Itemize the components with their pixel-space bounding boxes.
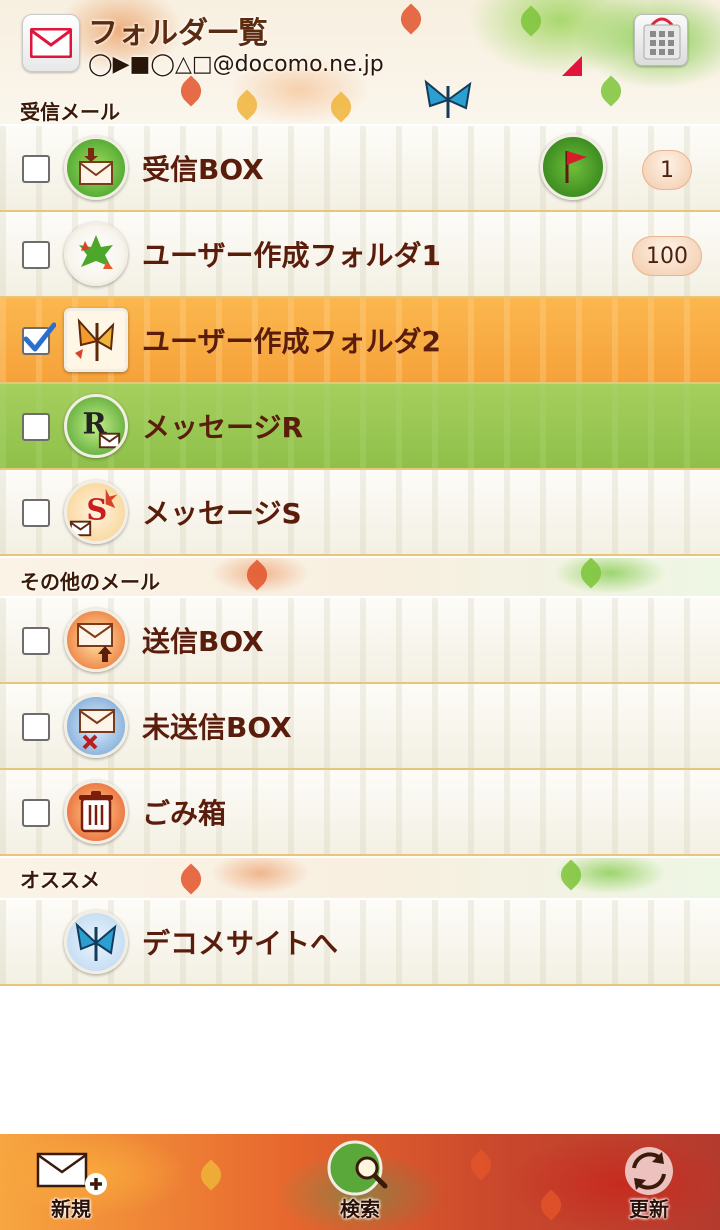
- folder-row-message-s[interactable]: S メッセージS: [0, 470, 720, 556]
- signal-indicator-icon: [562, 56, 582, 76]
- search-button[interactable]: 検索: [305, 1134, 415, 1230]
- checkmark-icon: [23, 322, 56, 352]
- account-address: ◯▶■◯△□@docomo.ne.jp: [88, 52, 384, 77]
- envelope-icon: [30, 28, 72, 58]
- maple-leaf-decoration: [515, 5, 547, 37]
- mail-menu-button[interactable]: [22, 14, 80, 72]
- page-title: フォルダ一覧: [88, 16, 268, 51]
- trash-folder-icon: [64, 780, 128, 844]
- folder-checkbox[interactable]: [22, 713, 50, 741]
- folder-name: ユーザー作成フォルダ2: [142, 325, 441, 358]
- maple-leaf-decoration: [195, 1159, 227, 1191]
- message-s-folder-icon: S: [64, 480, 128, 544]
- folder-row-sent[interactable]: 送信BOX: [0, 598, 720, 684]
- folder-row-unsent[interactable]: 未送信BOX: [0, 684, 720, 770]
- compose-mail-icon: [36, 1152, 107, 1195]
- section-header-recommend: オススメ: [0, 858, 720, 898]
- message-r-folder-icon: R: [64, 394, 128, 458]
- folder-checkbox-checked[interactable]: [22, 322, 56, 355]
- folder-checkbox[interactable]: [22, 627, 50, 655]
- unread-count-badge: 100: [632, 236, 702, 276]
- unsent-folder-icon: [64, 694, 128, 758]
- folder-name: メッセージS: [142, 497, 302, 530]
- refresh-button[interactable]: 更新: [594, 1134, 704, 1230]
- folder-checkbox[interactable]: [22, 155, 50, 183]
- butterfly-decoration-icon: [424, 79, 472, 118]
- folder-name: 未送信BOX: [142, 711, 292, 744]
- bottom-toolbar: 新規 検索 更新: [0, 1134, 720, 1230]
- folder-row-message-r[interactable]: R メッセージR: [0, 384, 720, 470]
- maple-leaf-decoration: [555, 859, 587, 891]
- folder-name: ユーザー作成フォルダ1: [142, 239, 441, 272]
- maple-leaf-decoration: [175, 863, 207, 895]
- recommend-row-deco-site[interactable]: デコメサイトへ: [0, 900, 720, 986]
- inbox-folder-icon: [64, 136, 128, 200]
- refresh-icon: [625, 1147, 673, 1195]
- section-label-recommend: オススメ: [20, 868, 100, 892]
- section-label-other: その他のメール: [20, 570, 160, 594]
- folder-checkbox[interactable]: [22, 241, 50, 269]
- unread-count-badge: 1: [642, 150, 692, 190]
- maple-leaf-decoration: [325, 91, 357, 123]
- item-name: デコメサイトへ: [142, 927, 339, 960]
- new-mail-button[interactable]: 新規: [16, 1134, 126, 1230]
- section-label-inbox: 受信メール: [20, 100, 120, 124]
- folder-checkbox[interactable]: [22, 499, 50, 527]
- maple-leaf-decoration: [175, 75, 207, 107]
- folder-row-trash[interactable]: ごみ箱: [0, 770, 720, 856]
- header: フォルダ一覧 ◯▶■◯△□@docomo.ne.jp 受信メール: [0, 0, 720, 124]
- maple-leaf-decoration: [241, 559, 273, 591]
- flag-filter-button[interactable]: [540, 134, 606, 200]
- maple-leaf-decoration: [395, 3, 427, 35]
- maple-leaf-decoration: [535, 1189, 567, 1221]
- search-icon: [327, 1140, 388, 1196]
- maple-leaf-decoration: [465, 1149, 497, 1181]
- maple-leaf-decoration: [231, 89, 263, 121]
- flag-icon: [565, 151, 587, 183]
- folder-checkbox[interactable]: [22, 413, 50, 441]
- folder-checkbox[interactable]: [22, 799, 50, 827]
- maple-leaf-decoration: [595, 75, 627, 107]
- app-menu-button[interactable]: [634, 14, 688, 66]
- new-mail-label: 新規: [51, 1197, 91, 1221]
- maple-folder-icon: [64, 222, 128, 286]
- sent-folder-icon: [64, 608, 128, 672]
- folder-name: メッセージR: [142, 411, 304, 444]
- folder-name: 送信BOX: [142, 625, 264, 658]
- maple-leaf-decoration: [575, 558, 607, 589]
- folder-name: ごみ箱: [142, 797, 227, 830]
- refresh-label: 更新: [629, 1197, 669, 1221]
- grid-menu-icon: [643, 17, 681, 60]
- folder-row-user1[interactable]: ユーザー作成フォルダ1 100: [0, 212, 720, 298]
- folder-row-user2[interactable]: ユーザー作成フォルダ2: [0, 298, 720, 384]
- butterfly-folder-icon: [64, 308, 128, 372]
- folder-row-inbox[interactable]: 受信BOX 1: [0, 126, 720, 212]
- folder-name: 受信BOX: [142, 153, 264, 186]
- deco-site-icon: [64, 910, 128, 974]
- search-label: 検索: [340, 1197, 380, 1221]
- section-header-other: その他のメール: [0, 558, 720, 596]
